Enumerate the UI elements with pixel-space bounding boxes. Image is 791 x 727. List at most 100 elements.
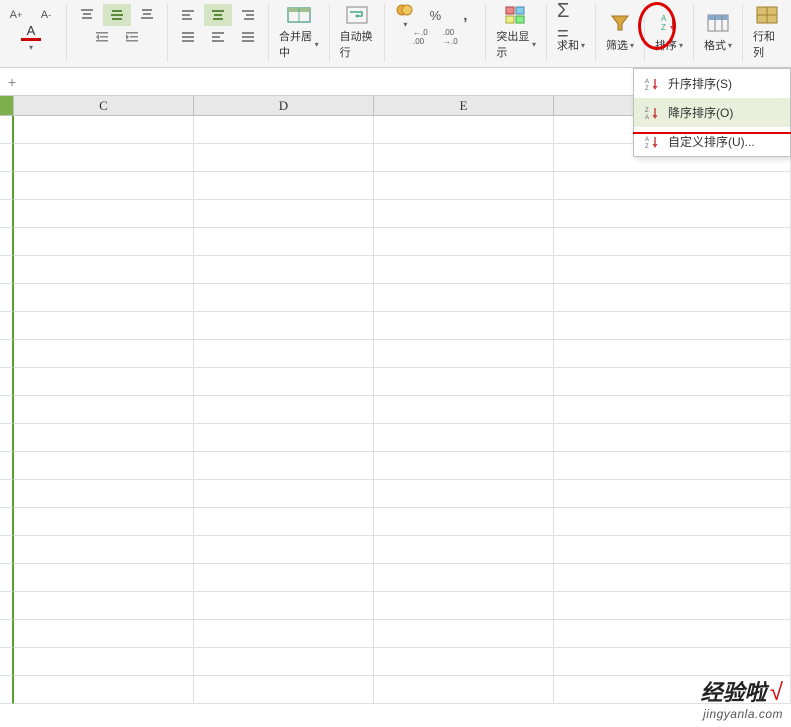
cell[interactable] [554,256,791,284]
cell[interactable] [14,200,194,228]
cell[interactable] [554,452,791,480]
cell[interactable] [194,312,374,340]
cell[interactable] [14,676,194,704]
cell[interactable] [194,536,374,564]
cell[interactable] [194,620,374,648]
cell[interactable] [0,452,14,480]
cell[interactable] [374,256,554,284]
cell[interactable] [554,396,791,424]
cell[interactable] [0,228,14,256]
cell[interactable] [0,312,14,340]
cell[interactable] [194,592,374,620]
increase-decimal-button[interactable]: ←.0.00 [406,26,434,48]
percent-button[interactable]: % [421,4,449,26]
sort-asc-item[interactable]: AZ 升序排序(S) [634,69,790,98]
cell[interactable] [194,228,374,256]
currency-button[interactable]: ▾ [391,4,419,26]
cell[interactable] [194,564,374,592]
cell[interactable] [0,592,14,620]
cell[interactable] [14,508,194,536]
wrap-text-button[interactable]: 自动换行 [336,4,379,60]
sum-button[interactable]: Σ = 求和▾ [553,4,589,60]
cell[interactable] [374,536,554,564]
cell[interactable] [14,144,194,172]
cell[interactable] [374,648,554,676]
cell[interactable] [554,228,791,256]
cell[interactable] [194,284,374,312]
cell[interactable] [554,676,791,704]
cell[interactable] [194,144,374,172]
cell[interactable] [194,424,374,452]
cell[interactable] [554,536,791,564]
cell[interactable] [14,284,194,312]
sort-button[interactable]: AZ 排序▾ [651,4,687,60]
cell[interactable] [554,508,791,536]
decrease-decimal-button[interactable]: .00→.0 [436,26,464,48]
cell[interactable] [0,564,14,592]
cell[interactable] [0,172,14,200]
orientation-button[interactable] [204,26,232,48]
cell[interactable] [374,200,554,228]
cell[interactable] [14,424,194,452]
cell[interactable] [0,340,14,368]
cell[interactable] [194,368,374,396]
cell[interactable] [554,200,791,228]
cell[interactable] [194,116,374,144]
cell[interactable] [14,452,194,480]
indent-increase-button[interactable] [118,26,146,48]
cell[interactable] [554,340,791,368]
cell[interactable] [554,172,791,200]
cell[interactable] [374,676,554,704]
cell[interactable] [194,396,374,424]
cell[interactable] [14,396,194,424]
cell[interactable] [554,480,791,508]
col-header-e[interactable]: E [374,96,554,115]
cell[interactable] [194,172,374,200]
cell[interactable] [374,564,554,592]
align-center-button[interactable] [204,4,232,26]
cell[interactable] [0,424,14,452]
cell[interactable] [0,256,14,284]
cell[interactable] [374,368,554,396]
cell[interactable] [194,480,374,508]
cell[interactable] [374,480,554,508]
cell[interactable] [0,368,14,396]
align-left-button[interactable] [174,4,202,26]
cell[interactable] [14,536,194,564]
cell[interactable] [374,396,554,424]
cell[interactable] [554,368,791,396]
font-color-button[interactable]: A ▾ [17,26,45,48]
cell[interactable] [554,312,791,340]
cell[interactable] [0,396,14,424]
cell[interactable] [374,424,554,452]
align-justify-button[interactable] [234,26,262,48]
col-header-c[interactable]: C [14,96,194,115]
align-top-button[interactable] [73,4,101,26]
cell[interactable] [0,620,14,648]
cell[interactable] [0,480,14,508]
cell[interactable] [14,228,194,256]
cell[interactable] [374,144,554,172]
cell[interactable] [14,564,194,592]
cell[interactable] [194,676,374,704]
cell[interactable] [374,508,554,536]
cell[interactable] [0,648,14,676]
cell[interactable] [14,480,194,508]
cell[interactable] [374,340,554,368]
cell[interactable] [14,592,194,620]
merge-center-button[interactable]: 合并居中▾ [275,4,323,60]
cell[interactable] [374,620,554,648]
cell-grid[interactable] [0,116,791,704]
cell[interactable] [554,564,791,592]
cell[interactable] [14,368,194,396]
cell[interactable] [0,284,14,312]
cell[interactable] [14,312,194,340]
cell[interactable] [14,116,194,144]
indent-decrease-button[interactable] [88,26,116,48]
cell[interactable] [194,452,374,480]
cell[interactable] [0,508,14,536]
align-bottom-button[interactable] [133,4,161,26]
cell[interactable] [554,424,791,452]
cell[interactable] [554,284,791,312]
filter-button[interactable]: 筛选▾ [602,4,638,60]
